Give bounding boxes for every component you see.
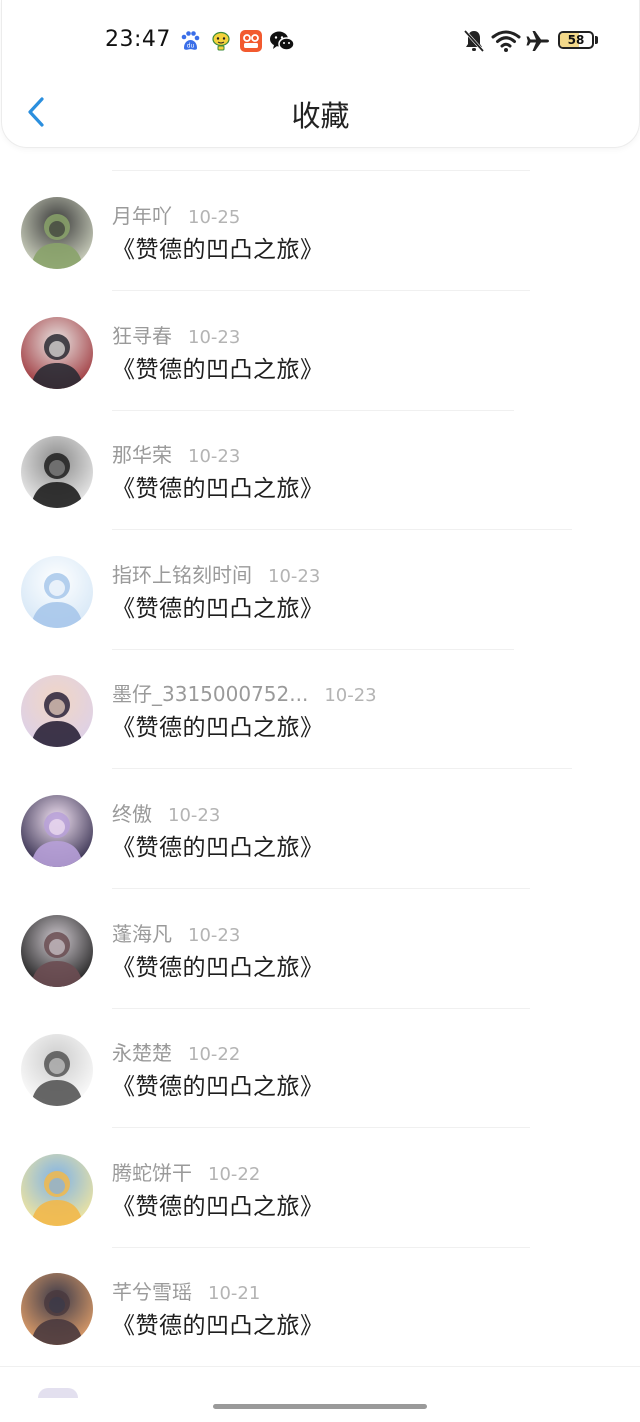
battery-tip	[595, 36, 598, 44]
item-date: 10-23	[188, 924, 241, 946]
author-name[interactable]: 蓬海凡	[112, 922, 172, 946]
author-name[interactable]: 指环上铭刻时间	[112, 563, 252, 587]
avatar[interactable]	[21, 316, 93, 389]
list-item[interactable]: 那华荣 10-23 《赞德的凹凸之旅》	[0, 411, 640, 531]
author-name[interactable]: 芊兮雪瑶	[112, 1280, 192, 1304]
list-item[interactable]: 指环上铭刻时间 10-23 《赞德的凹凸之旅》	[0, 531, 640, 650]
status-time: 23:47	[105, 27, 171, 52]
item-meta: 终傲 10-23	[112, 798, 220, 827]
home-indicator[interactable]	[213, 1404, 427, 1409]
baidu-icon: du	[178, 29, 202, 53]
battery-level-text: 58	[567, 33, 585, 47]
item-meta: 月年吖 10-25	[112, 200, 240, 229]
item-date: 10-23	[268, 565, 321, 587]
item-title[interactable]: 《赞德的凹凸之旅》	[112, 828, 324, 862]
item-date: 10-23	[188, 326, 241, 348]
avatar[interactable]	[21, 1273, 93, 1346]
battery-icon: 58	[558, 31, 594, 49]
item-meta: 那华荣 10-23	[112, 439, 240, 468]
row-divider	[0, 1366, 640, 1368]
item-title[interactable]: 《赞德的凹凸之旅》	[112, 589, 324, 623]
phone-screen: 23:47 du 58 收藏 月年吖 10-25 《赞德的凹凸之旅》 狂寻春 1…	[0, 0, 640, 1422]
author-name[interactable]: 墨仔_3315000752...	[112, 682, 308, 706]
svg-text:du: du	[187, 43, 195, 50]
list-item[interactable]: 墨仔_3315000752... 10-23 《赞德的凹凸之旅》	[0, 650, 640, 770]
item-title[interactable]: 《赞德的凹凸之旅》	[112, 948, 324, 982]
item-title[interactable]: 《赞德的凹凸之旅》	[112, 708, 324, 742]
shopping-app-icon	[239, 29, 263, 53]
list-item[interactable]: 腾蛇饼干 10-22 《赞德的凹凸之旅》	[0, 1129, 640, 1248]
list-item[interactable]: 终傲 10-23 《赞德的凹凸之旅》	[0, 770, 640, 889]
item-title[interactable]: 《赞德的凹凸之旅》	[112, 230, 324, 264]
item-date: 10-25	[188, 207, 241, 228]
item-date: 10-23	[188, 446, 241, 468]
item-meta: 蓬海凡 10-23	[112, 918, 240, 947]
list-item[interactable]: 芊兮雪瑶 10-21 《赞德的凹凸之旅》	[0, 1248, 640, 1368]
author-name[interactable]: 腾蛇饼干	[112, 1161, 192, 1185]
author-name[interactable]: 永楚楚	[112, 1041, 172, 1065]
wechat-icon	[269, 29, 295, 53]
list-item[interactable]: 蓬海凡 10-23 《赞德的凹凸之旅》	[0, 890, 640, 1009]
list-item[interactable]: 永楚楚 10-22 《赞德的凹凸之旅》	[0, 1009, 640, 1129]
item-meta: 指环上铭刻时间 10-23	[112, 559, 320, 588]
list-top-divider	[112, 170, 530, 171]
item-title[interactable]: 《赞德的凹凸之旅》	[112, 1067, 324, 1101]
avatar[interactable]	[21, 555, 93, 628]
author-name[interactable]: 月年吖	[112, 204, 172, 228]
item-meta: 腾蛇饼干 10-22	[112, 1157, 260, 1186]
item-meta: 狂寻春 10-23	[112, 320, 240, 349]
status-bar: 23:47 du 58	[2, 0, 639, 80]
avatar[interactable]	[21, 675, 93, 748]
top-bar: 23:47 du 58 收藏	[1, 0, 640, 148]
item-date: 10-21	[208, 1283, 261, 1305]
airplane-icon	[525, 28, 551, 54]
item-meta: 墨仔_3315000752... 10-23	[112, 678, 377, 707]
yellow-character-icon	[209, 29, 233, 53]
item-date: 10-22	[188, 1044, 241, 1066]
item-title[interactable]: 《赞德的凹凸之旅》	[112, 1187, 324, 1221]
author-name[interactable]: 终傲	[112, 802, 152, 826]
item-date: 10-23	[168, 805, 221, 826]
avatar[interactable]	[21, 1153, 93, 1226]
page-header: 收藏	[2, 80, 639, 147]
wifi-icon	[491, 28, 521, 54]
avatar[interactable]	[21, 1034, 93, 1107]
item-meta: 芊兮雪瑶 10-21	[112, 1276, 260, 1305]
item-title[interactable]: 《赞德的凹凸之旅》	[112, 1306, 324, 1340]
item-meta: 永楚楚 10-22	[112, 1037, 240, 1066]
item-date: 10-23	[324, 685, 377, 707]
avatar[interactable]	[21, 197, 93, 269]
page-title: 收藏	[291, 99, 350, 133]
avatar[interactable]	[21, 436, 93, 509]
avatar[interactable]	[21, 795, 93, 867]
mute-bell-icon	[462, 28, 486, 54]
avatar[interactable]	[21, 914, 93, 987]
list-item[interactable]: 狂寻春 10-23 《赞德的凹凸之旅》	[0, 292, 640, 411]
author-name[interactable]: 狂寻春	[112, 324, 172, 348]
item-date: 10-22	[208, 1163, 261, 1185]
item-title[interactable]: 《赞德的凹凸之旅》	[112, 350, 324, 384]
author-name[interactable]: 那华荣	[112, 443, 172, 467]
list-item[interactable]: 月年吖 10-25 《赞德的凹凸之旅》	[0, 172, 640, 291]
partial-avatar-next-row	[38, 1388, 78, 1398]
item-title[interactable]: 《赞德的凹凸之旅》	[112, 469, 324, 503]
